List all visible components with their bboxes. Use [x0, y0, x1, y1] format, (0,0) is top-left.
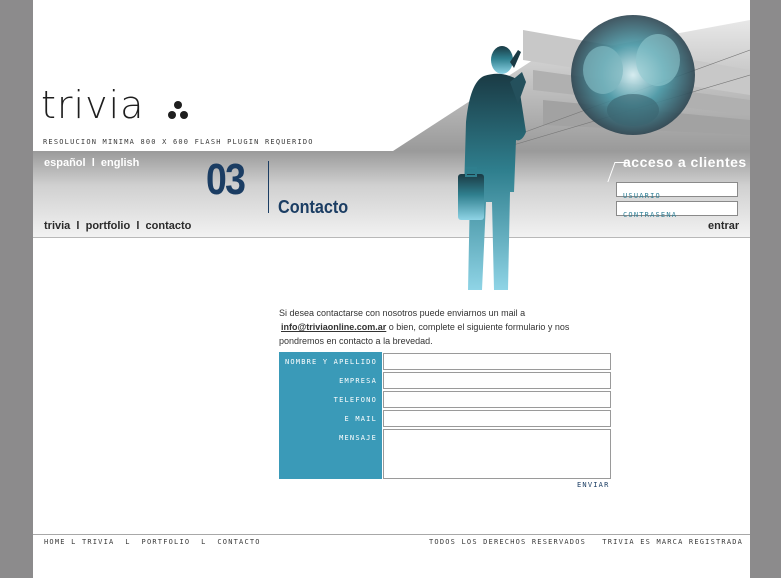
nombre-input[interactable] [383, 353, 611, 370]
label-email: E MAIL [344, 415, 377, 423]
telefono-input[interactable] [383, 391, 611, 408]
form-label-panel: NOMBRE Y APELLIDO EMPRESA TELEFONO E MAI… [279, 352, 382, 479]
nav-portfolio[interactable]: portfolio [86, 220, 131, 232]
intro-line-2-rest: o bien, complete el siguiente formulario… [386, 322, 570, 332]
nav-contacto[interactable]: contacto [146, 220, 192, 232]
email-link[interactable]: info@triviaonline.com.ar [279, 322, 386, 332]
entrar-button[interactable]: entrar [708, 220, 739, 232]
footer-trademark: TRIVIA ES MARCA REGISTRADA [602, 538, 744, 546]
contrasena-label: CONTRASENA [623, 211, 678, 219]
label-telefono: TELEFONO [333, 396, 377, 404]
footer-nav: HOME l TRIVIA l PORTFOLIO l CONTACTO [44, 538, 261, 546]
logo-text: trivia [41, 83, 145, 127]
empresa-input[interactable] [383, 372, 611, 389]
footer-separator: l [71, 538, 77, 546]
language-selector: español l english [44, 157, 139, 169]
footer-legal: TODOS LOS DERECHOS RESERVADOS TRIVIA ES … [429, 538, 743, 546]
contact-intro: Si desea contactarse con nosotros puede … [279, 306, 619, 348]
logo-dots-icon [168, 101, 188, 119]
intro-line-2: info@triviaonline.com.ar o bien, complet… [279, 320, 619, 334]
footer-contacto-link[interactable]: CONTACTO [217, 538, 260, 546]
contrasena-field[interactable]: CONTRASENA [616, 201, 738, 219]
enviar-button[interactable]: ENVIAR [577, 481, 610, 489]
footer-home-link[interactable]: HOME [44, 538, 66, 546]
resolution-note: RESOLUCION MINIMA 800 x 600 FLASH PLUGIN… [43, 138, 314, 146]
lang-espanol-link[interactable]: español [44, 157, 86, 169]
mensaje-textarea[interactable] [383, 429, 611, 479]
section-number: 03 [206, 155, 246, 204]
email-input[interactable] [383, 410, 611, 427]
usuario-label: USUARIO [623, 192, 661, 200]
lang-english-link[interactable]: english [101, 157, 140, 169]
intro-line-3: pondremos en contacto a la brevedad. [279, 336, 433, 346]
businessman-silhouette [458, 46, 526, 290]
footer-portfolio-link[interactable]: PORTFOLIO [142, 538, 191, 546]
nav-trivia[interactable]: trivia [44, 220, 70, 232]
label-nombre: NOMBRE Y APELLIDO [284, 358, 377, 366]
footer-rights: TODOS LOS DERECHOS RESERVADOS [429, 538, 587, 546]
main-nav: trivia l portfolio l contacto [44, 220, 191, 232]
label-empresa: EMPRESA [339, 377, 377, 385]
usuario-field[interactable]: USUARIO [616, 182, 738, 200]
label-mensaje: MENSAJE [339, 434, 377, 442]
footer-trivia-link[interactable]: TRIVIA [82, 538, 115, 546]
section-title: Contacto [278, 197, 349, 217]
page: trivia RESOLUCION MINIMA 800 x 600 FLASH… [33, 0, 750, 578]
footer-divider [33, 534, 750, 535]
header-divider [33, 237, 750, 238]
client-access-title: acceso a clientes [623, 154, 747, 170]
section-divider [268, 161, 269, 213]
intro-line-1: Si desea contactarse con nosotros puede … [279, 308, 526, 318]
